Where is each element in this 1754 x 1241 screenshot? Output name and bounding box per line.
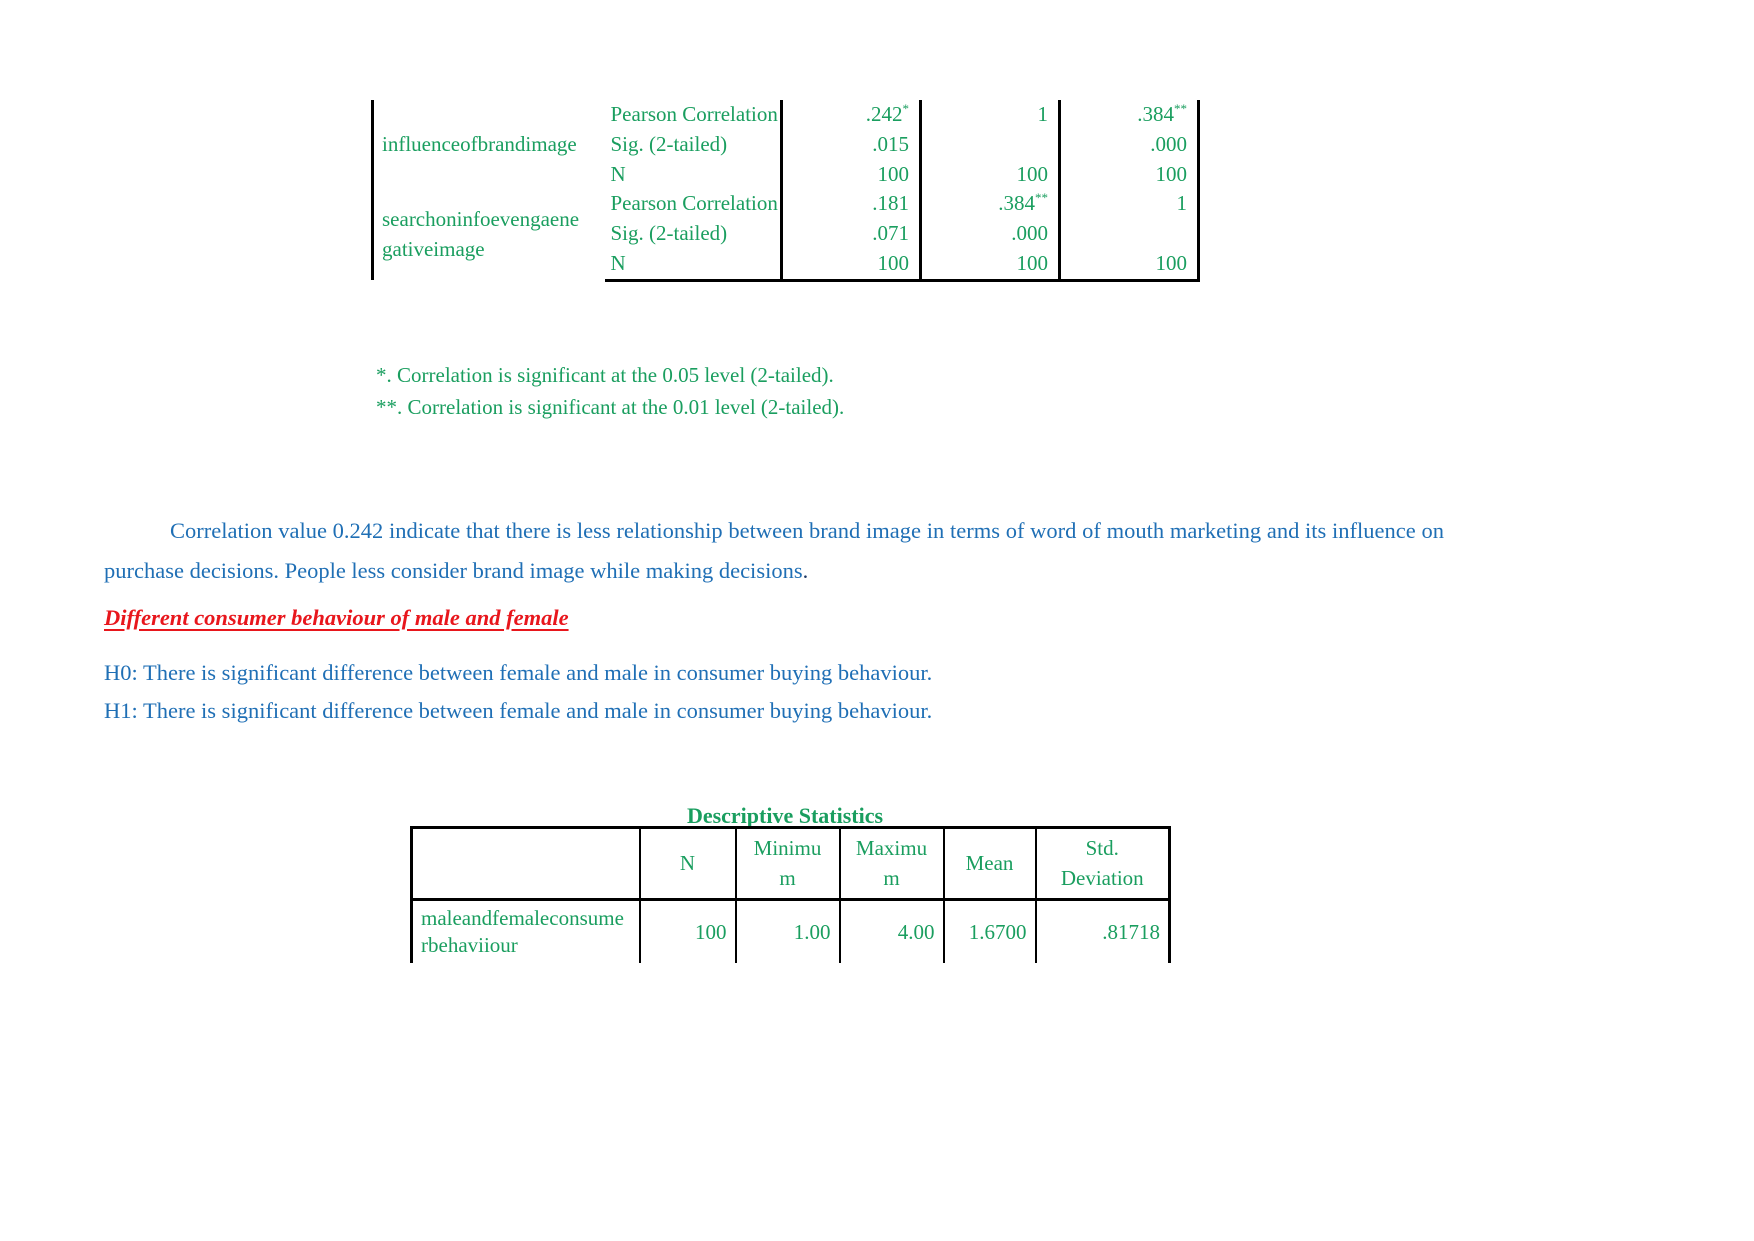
stat-value: .242* [780,100,921,130]
cell-n: 100 [638,899,736,964]
descriptive-statistics-table: N Minimu m Maximu m Mean Std. Deviation … [410,826,1171,964]
row-variable-label-line1: searchoninfoevengaene [382,207,580,232]
document-page: influenceofbrandimage Pearson Correlatio… [0,0,1754,1241]
hypothesis-alternative: H1: There is significant difference betw… [104,698,933,723]
table-header-row: N Minimu m Maximu m Mean Std. Deviation [411,827,1170,901]
column-header-text-cont: Deviation [1060,866,1144,891]
stat-value [1058,219,1200,250]
correlation-table: influenceofbrandimage Pearson Correlatio… [371,100,1200,282]
column-header-maximum: Maximu m [838,827,944,901]
stat-value: .384** [1058,100,1200,130]
stat-label: Pearson Correlation [610,191,778,216]
stat-value: 100 [780,159,921,190]
stat-value-text: .242 [865,102,903,126]
cell-maximum: 4.00 [838,899,944,964]
stat-label: Sig. (2-tailed) [610,131,728,156]
stat-value: .384** [919,189,1060,220]
stat-value: 100 [919,249,1060,282]
table-row: influenceofbrandimage Pearson Correlatio… [371,100,1200,190]
table-row: searchoninfoevengaene gativeimage Pearso… [371,189,1200,281]
correlation-table-container: influenceofbrandimage Pearson Correlatio… [371,100,1200,282]
column-header-text: Maximu [855,836,928,860]
paragraph-end-period: . [802,557,809,583]
row-variable-label-line2: rbehaviiour [421,933,518,958]
stat-label: Pearson Correlation [610,102,778,126]
significance-marker: ** [1174,101,1187,116]
stat-label: N [604,249,782,282]
stat-value: .071 [780,219,921,250]
stat-value: .015 [780,129,921,160]
column-header-text-cont: m [779,866,796,891]
stat-value: .181 [780,189,921,220]
column-header-n: N [638,827,736,901]
column-header-text: Std. [1085,836,1119,860]
descriptive-statistics-container: N Minimu m Maximu m Mean Std. Deviation … [410,826,1171,964]
stat-value-text: .384 [998,191,1035,216]
stat-value: 1 [919,100,1060,130]
row-variable-label: searchoninfoevengaene gativeimage [371,189,605,281]
stat-value: 100 [1058,249,1200,282]
column-header-text: Minimu [753,836,822,860]
cell-minimum: 1.00 [734,899,840,964]
column-header-minimum: Minimu m [734,827,840,901]
footnote-double-star: **. Correlation is significant at the 0.… [376,394,845,419]
stat-label: N [610,161,626,186]
interpretation-paragraph: Correlation value 0.242 indicate that th… [104,511,1444,591]
stat-value-text: 1 [1037,102,1049,126]
row-variable-label-line2: gativeimage [382,236,485,261]
column-header-variable [411,827,640,901]
cell-mean: 1.6700 [942,899,1036,964]
stat-value: 100 [780,249,921,282]
table-row: maleandfemaleconsume rbehaviiour 100 1.0… [412,899,1170,964]
column-header-text: N [679,851,696,876]
correlation-footnotes: *. Correlation is significant at the 0.0… [376,360,844,423]
column-header-mean: Mean [942,827,1036,901]
hypothesis-null: H0: There is significant difference betw… [104,660,933,685]
footnote-single-star: *. Correlation is significant at the 0.0… [376,363,834,387]
row-variable-label-line1: maleandfemaleconsume [421,905,624,930]
significance-marker: * [902,101,910,116]
paragraph-text: Correlation value 0.242 indicate that th… [104,517,1444,583]
section-heading: Different consumer behaviour of male and… [104,605,569,630]
cell-std-deviation: .81718 [1034,899,1170,964]
row-variable-label: influenceofbrandimage [371,100,605,190]
stat-value-text: .181 [872,191,909,216]
stat-value: .000 [1058,129,1200,160]
column-header-text: Mean [965,851,1014,876]
column-header-std-deviation: Std. Deviation [1034,827,1170,901]
stat-value-text: .384 [1137,102,1174,126]
column-header-text-cont: m [883,866,900,891]
row-variable-label: maleandfemaleconsume rbehaviiour [412,899,640,963]
stat-value: 100 [919,159,1060,190]
stat-value: .000 [919,219,1060,250]
stat-value [919,129,1060,160]
stat-value: 100 [1058,159,1200,190]
stat-value: 1 [1058,189,1200,220]
stat-label: Sig. (2-tailed) [610,221,728,246]
significance-marker: ** [1035,190,1048,206]
stat-value-text: 1 [1176,191,1188,216]
